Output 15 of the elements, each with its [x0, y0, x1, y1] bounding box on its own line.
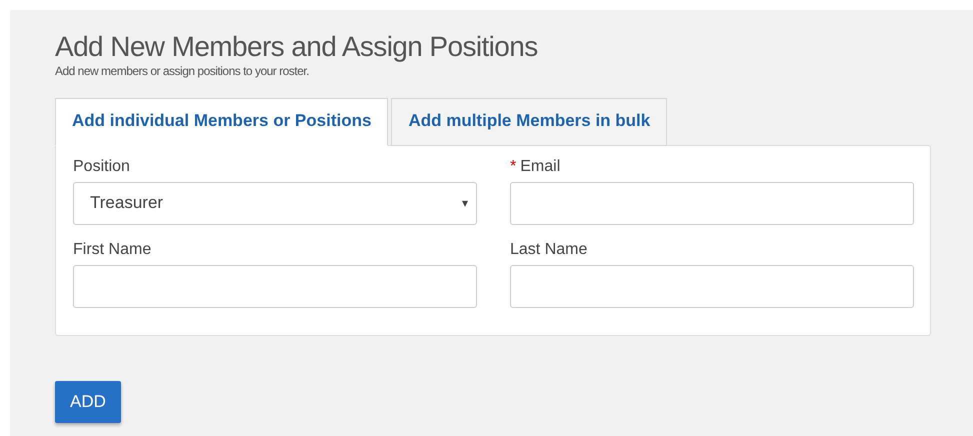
field-label: First Name [73, 240, 152, 259]
field-label: Email [520, 158, 560, 176]
field-label: Position [73, 158, 130, 176]
input-field[interactable] [510, 182, 914, 225]
add-button[interactable]: ADD [55, 380, 121, 423]
required-mark: * [510, 158, 516, 176]
tab[interactable]: Add individual Members or Positions [55, 98, 388, 146]
page-title: Add New Members and Assign Positions [55, 30, 539, 64]
input-field[interactable] [73, 264, 477, 308]
page-subtitle: Add new members or assign positions to your roster. [55, 64, 310, 78]
tab[interactable]: Add multiple Members in bulk [391, 98, 668, 146]
caret-icon: ▾ [462, 196, 468, 210]
field-label: Last Name [510, 240, 588, 259]
input-field[interactable] [510, 264, 914, 308]
position-select[interactable]: Treasurer ▾ [73, 182, 477, 225]
